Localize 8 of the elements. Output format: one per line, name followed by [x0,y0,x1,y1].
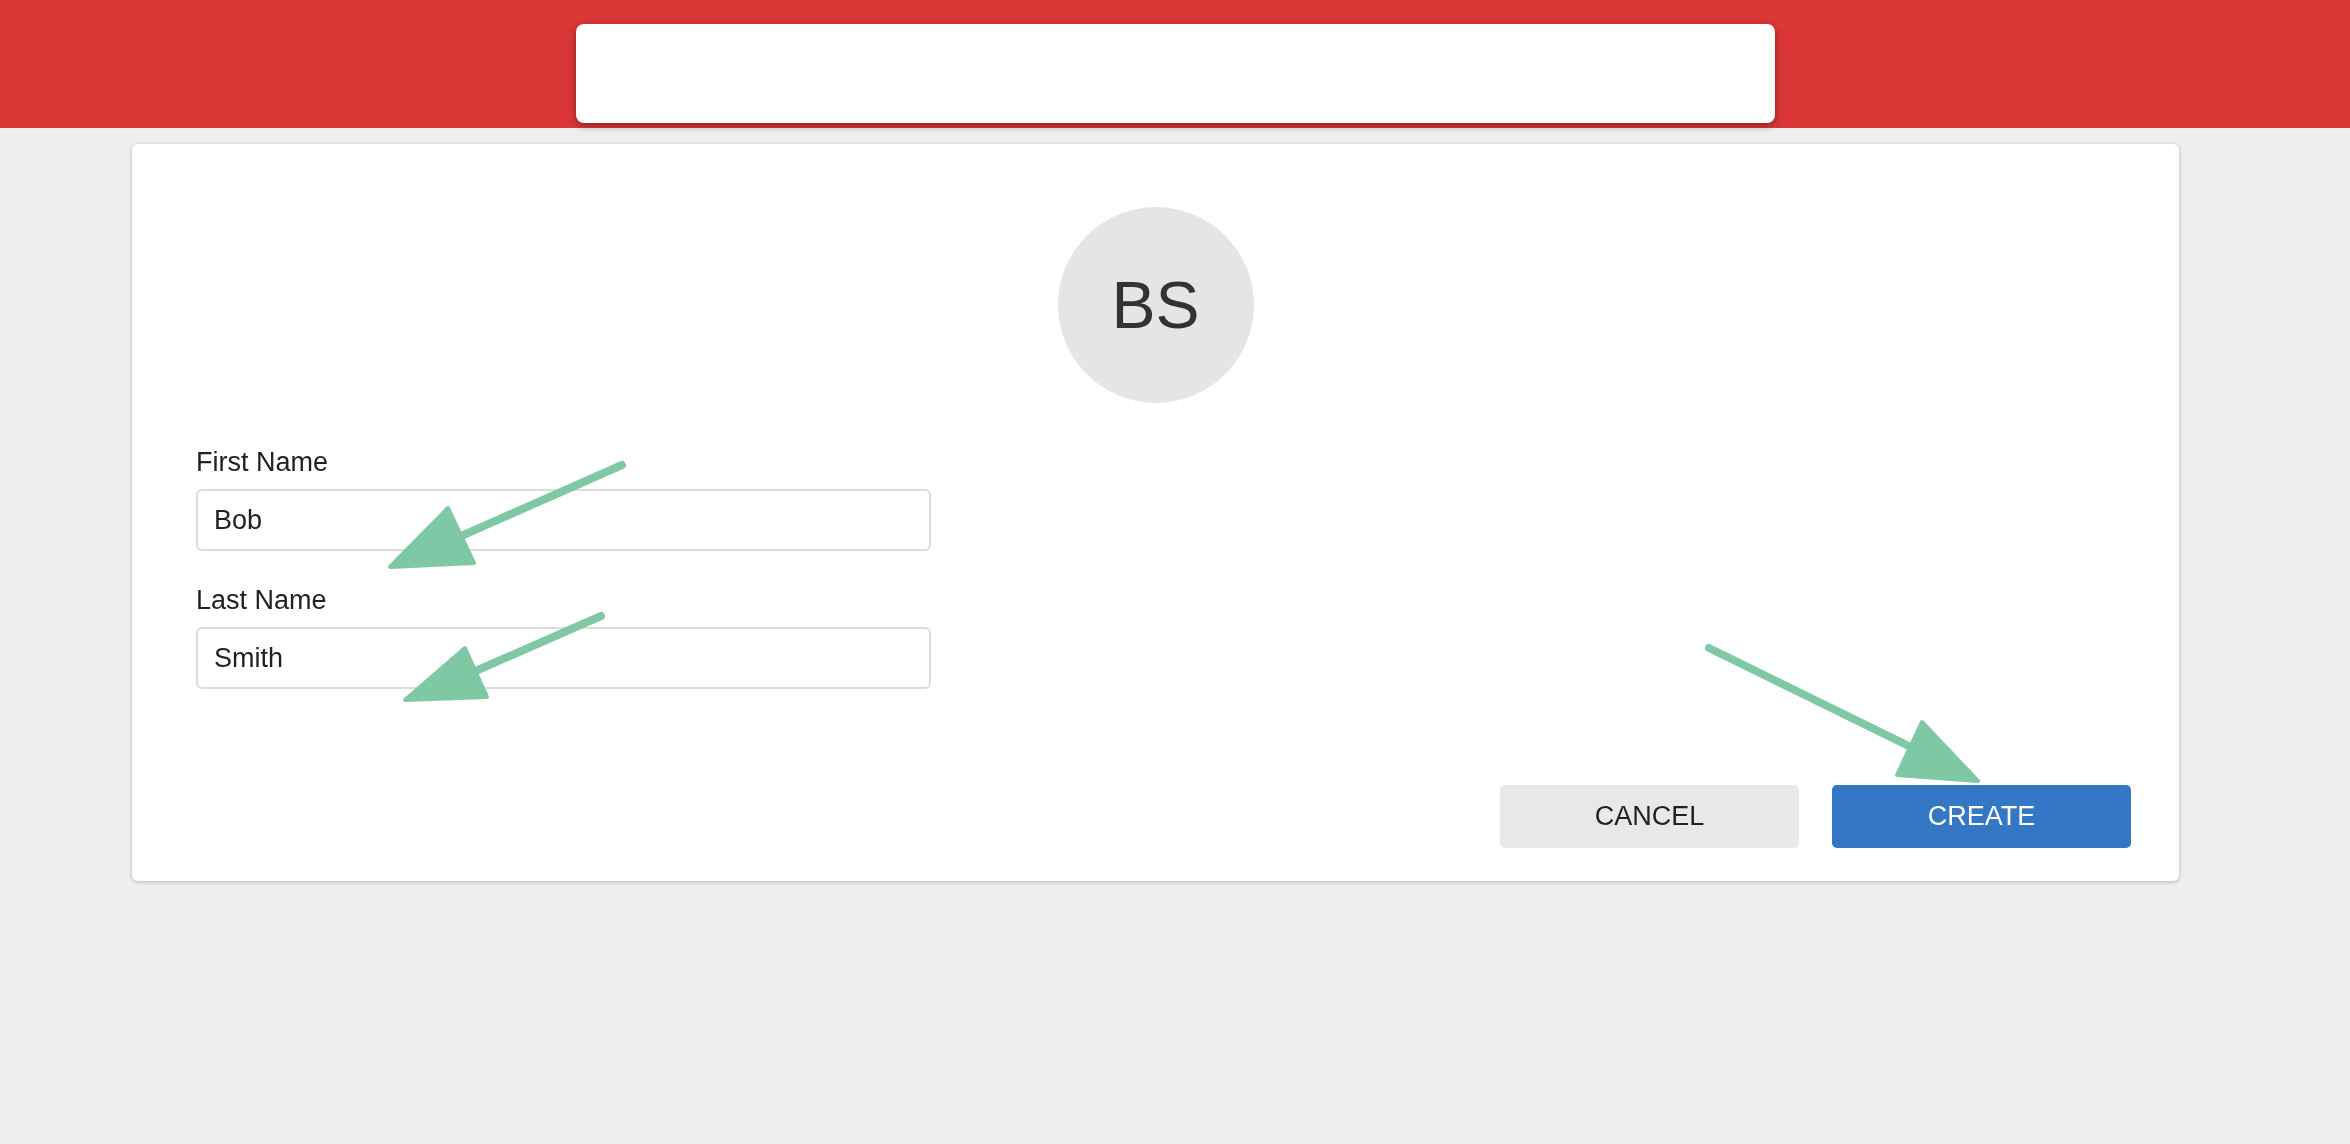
text-input[interactable]: Bob [196,489,931,551]
field-label: Last Name [196,584,328,616]
avatar-initials: BS [1057,207,1254,403]
search-field[interactable] [575,24,1775,123]
cancel-button[interactable]: CANCEL [1500,785,1799,848]
text-input[interactable]: Smith [196,627,931,689]
create-button[interactable]: CREATE [1832,785,2131,848]
field-label: First Name [196,446,329,478]
